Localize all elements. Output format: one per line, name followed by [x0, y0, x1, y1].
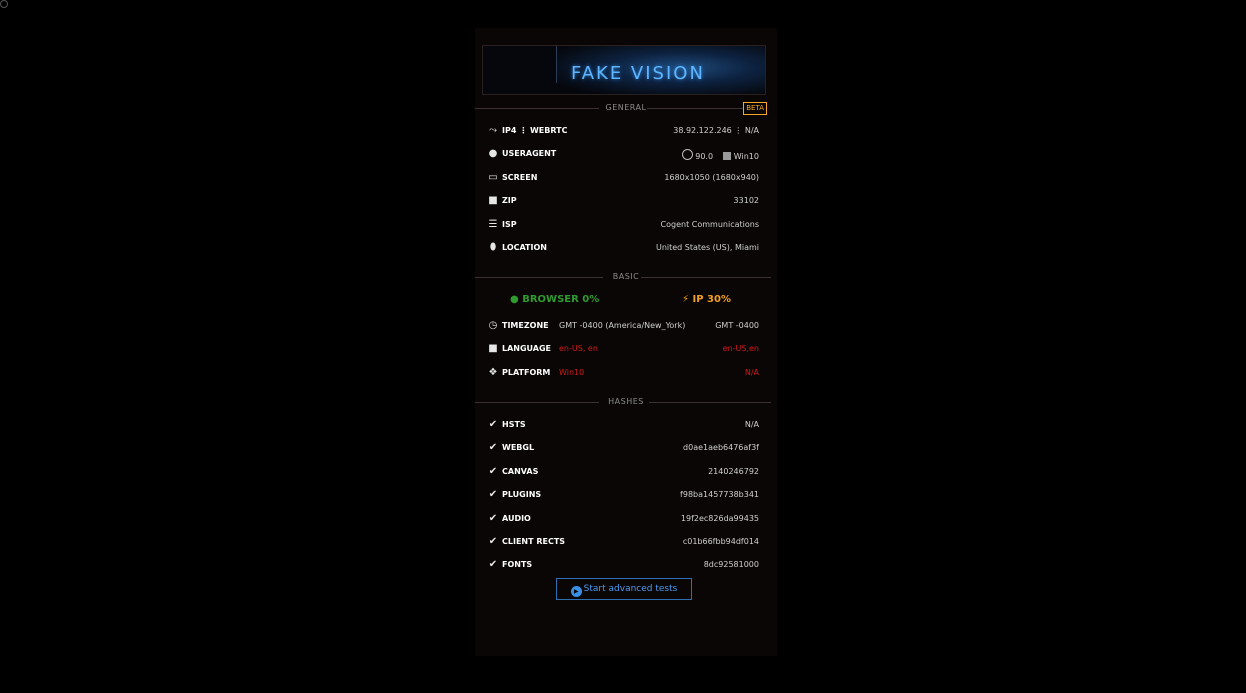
- row-label: SCREEN: [502, 173, 538, 182]
- row-label: PLATFORM: [502, 368, 551, 377]
- row-label: CLIENT RECTS: [502, 537, 566, 546]
- os-name: Win10: [733, 152, 759, 161]
- row-label: IP4 ⋮ WEBRTC: [502, 126, 568, 135]
- ip-score-text: IP 30%: [692, 294, 731, 305]
- window-corner-indicator: [0, 0, 8, 8]
- cubes-icon: ❖: [488, 367, 498, 378]
- browser-value: en-US, en: [559, 344, 598, 353]
- checkmark-icon: ✔: [488, 513, 498, 524]
- truck-icon: ■: [488, 195, 498, 206]
- row-value: United States (US), Miami: [655, 243, 759, 252]
- plug-icon: ⚡: [682, 294, 690, 305]
- row-value: 8dc92581000: [703, 560, 759, 569]
- checkmark-icon: ✔: [488, 489, 498, 500]
- checkmark-icon: ✔: [488, 536, 498, 547]
- checkmark-icon: ✔: [488, 442, 498, 453]
- monitor-icon: ▭: [488, 172, 498, 183]
- basic-section-header: BASIC: [475, 272, 777, 284]
- row-value: c01b66fbb94df014: [682, 537, 759, 546]
- client-rects-row: ✔ CLIENT RECTS c01b66fbb94df014: [487, 535, 759, 549]
- general-section-header: GENERAL BETA: [475, 102, 777, 115]
- row-label: ISP: [502, 220, 517, 229]
- row-label: FONTS: [502, 560, 533, 569]
- clock-icon: ◷: [488, 320, 498, 331]
- row-label: USERAGENT: [502, 149, 557, 158]
- checkmark-icon: ✔: [488, 559, 498, 570]
- row-label: TIMEZONE: [502, 321, 549, 330]
- fonts-row: ✔ FONTS 8dc92581000: [487, 558, 759, 572]
- isp-row: ☰ ISP Cogent Communications: [487, 218, 759, 232]
- hashes-section-header: HASHES: [475, 397, 777, 409]
- truck-icon: ■: [488, 343, 498, 354]
- chrome-icon: [681, 149, 693, 160]
- location-row: ⬮ LOCATION United States (US), Miami: [487, 241, 759, 255]
- browser-value: Win10: [559, 368, 585, 377]
- row-label: HSTS: [502, 420, 526, 429]
- checkmark-icon: ✔: [488, 419, 498, 430]
- useragent-value: 90.0 Win10: [681, 149, 759, 161]
- useragent-row: ● USERAGENT 90.0 Win10: [487, 147, 759, 161]
- row-value: N/A: [744, 420, 759, 429]
- browser-score: ● BROWSER 0%: [510, 294, 599, 305]
- checkmark-icon: ✔: [488, 466, 498, 477]
- map-pin-icon: ⬮: [489, 242, 497, 253]
- section-title: BASIC: [612, 272, 640, 281]
- row-value: 1680x1050 (1680x940): [664, 173, 759, 182]
- row-value: Cogent Communications: [660, 220, 759, 229]
- fake-vision-logo: FAKE VISION: [482, 45, 766, 95]
- row-value: 33102: [733, 196, 759, 205]
- browser-value: GMT -0400 (America/New_York): [559, 321, 686, 330]
- globe-icon: ●: [510, 294, 519, 305]
- ip-value: en-US,en: [722, 344, 759, 353]
- section-title: GENERAL: [605, 103, 647, 112]
- row-label: LANGUAGE: [502, 344, 552, 353]
- share-icon: ⤳: [489, 125, 497, 136]
- row-value: d0ae1aeb6476af3f: [683, 443, 759, 452]
- plugins-row: ✔ PLUGINS f98ba1457738b341: [487, 488, 759, 502]
- browser-version: 90.0: [695, 152, 714, 161]
- fingerprint-panel: FAKE VISION GENERAL BETA ⤳ IP4 ⋮ WEBRTC …: [475, 28, 777, 656]
- row-value: f98ba1457738b341: [680, 490, 759, 499]
- button-label: Start advanced tests: [583, 584, 678, 594]
- row-label: ZIP: [502, 196, 517, 205]
- canvas-row: ✔ CANVAS 2140246792: [487, 465, 759, 479]
- ip-value: N/A: [744, 368, 759, 377]
- language-row: ■ LANGUAGE en-US, en en-US,en: [487, 342, 759, 356]
- row-label: PLUGINS: [502, 490, 542, 499]
- logo-text: FAKE VISION: [571, 63, 705, 84]
- start-advanced-tests-button[interactable]: ▶ Start advanced tests: [556, 578, 692, 600]
- user-icon: ●: [488, 148, 498, 159]
- section-title: HASHES: [608, 397, 644, 406]
- browser-score-text: BROWSER 0%: [522, 294, 600, 305]
- webgl-row: ✔ WEBGL d0ae1aeb6476af3f: [487, 441, 759, 455]
- row-label: CANVAS: [502, 467, 539, 476]
- ip-score: ⚡ IP 30%: [682, 294, 731, 305]
- audio-row: ✔ AUDIO 19f2ec826da99435: [487, 512, 759, 526]
- platform-row: ❖ PLATFORM Win10 N/A: [487, 366, 759, 380]
- windows-icon: [723, 152, 732, 160]
- ip-webrtc-row: ⤳ IP4 ⋮ WEBRTC 38.92.122.246 ⋮ N/A: [487, 124, 759, 138]
- ip-value: GMT -0400: [715, 321, 759, 330]
- hsts-row: ✔ HSTS N/A: [487, 418, 759, 432]
- logo-divider: [556, 46, 557, 83]
- row-label: WEBGL: [502, 443, 535, 452]
- server-icon: ☰: [488, 219, 498, 230]
- row-value: 19f2ec826da99435: [680, 514, 759, 523]
- row-label: LOCATION: [502, 243, 547, 252]
- row-value: 2140246792: [708, 467, 759, 476]
- row-value: 38.92.122.246 ⋮ N/A: [673, 126, 759, 135]
- zip-row: ■ ZIP 33102: [487, 194, 759, 208]
- beta-badge: BETA: [743, 102, 767, 115]
- row-label: AUDIO: [502, 514, 531, 523]
- screen-row: ▭ SCREEN 1680x1050 (1680x940): [487, 171, 759, 185]
- play-icon: ▶: [570, 586, 582, 597]
- timezone-row: ◷ TIMEZONE GMT -0400 (America/New_York) …: [487, 319, 759, 333]
